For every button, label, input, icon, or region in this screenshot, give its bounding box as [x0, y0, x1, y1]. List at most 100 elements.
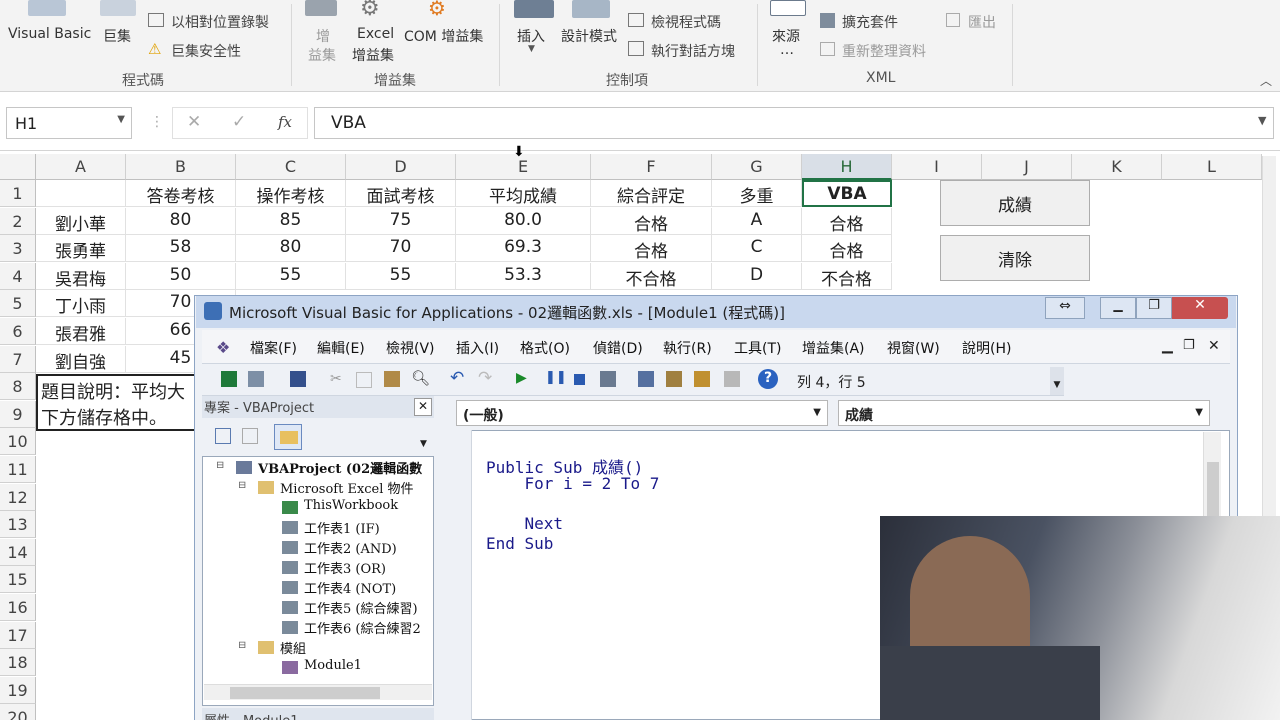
row-header-18[interactable]: 18 — [0, 649, 36, 677]
column-header-i[interactable]: I — [892, 154, 982, 180]
vba-menu-item[interactable]: 視窗(W) — [887, 338, 940, 358]
tree-horizontal-scrollbar[interactable] — [204, 684, 432, 700]
cell-c4[interactable]: 55 — [236, 262, 346, 290]
undo-icon[interactable]: ↶ — [450, 368, 464, 388]
view-object-tool-icon[interactable] — [242, 428, 258, 444]
cell-g3[interactable]: C — [712, 235, 802, 263]
column-header-d[interactable]: D — [346, 154, 456, 180]
copy-icon[interactable] — [356, 372, 372, 388]
procedure-combo[interactable]: 成績 ▼ — [838, 400, 1210, 426]
column-header-c[interactable]: C — [236, 154, 346, 180]
vba-menu-item[interactable]: 增益集(A) — [802, 338, 865, 358]
row-header-17[interactable]: 17 — [0, 621, 36, 649]
clear-button[interactable]: 清除 — [940, 235, 1090, 281]
view-code-tool-icon[interactable] — [215, 428, 231, 444]
project-explorer-icon[interactable] — [638, 371, 654, 387]
column-header-l[interactable]: L — [1162, 154, 1262, 180]
select-all-button[interactable] — [0, 154, 36, 180]
row-header-2[interactable]: 2 — [0, 207, 36, 235]
run-icon[interactable]: ▶ — [516, 370, 527, 386]
tree-item-sheet[interactable]: 工作表6 (綜合練習2 — [304, 618, 421, 637]
cell-d3[interactable]: 70 — [346, 235, 456, 263]
cell-d2[interactable]: 75 — [346, 207, 456, 235]
cell-f2[interactable]: 合格 — [591, 207, 712, 235]
help-icon[interactable]: ? — [758, 369, 778, 389]
cell-a1[interactable] — [36, 180, 126, 207]
toolbar-overflow-icon[interactable]: ▼ — [1050, 367, 1064, 395]
cell-h1[interactable]: VBA — [802, 180, 892, 207]
name-box[interactable]: H1 ▼ — [6, 107, 132, 139]
resize-arrows-icon[interactable]: ⇔ — [1045, 297, 1085, 319]
code-line[interactable]: Next — [486, 514, 564, 533]
tree-item-sheet[interactable]: 工作表2 (AND) — [304, 538, 397, 557]
tree-item-excel-objects[interactable]: Microsoft Excel 物件 — [280, 478, 414, 497]
cut-icon[interactable]: ✂ — [330, 371, 342, 387]
cancel-icon[interactable]: ✕ — [187, 112, 201, 132]
pause-icon[interactable]: ❚❚ — [545, 370, 567, 385]
minimize-button[interactable]: ▁ — [1100, 297, 1136, 319]
record-relative-button[interactable]: 以相對位置錄製 — [171, 12, 269, 32]
chevron-down-icon[interactable]: ▼ — [813, 407, 821, 418]
row-header-14[interactable]: 14 — [0, 538, 36, 566]
scroll-thumb[interactable] — [230, 687, 380, 699]
cell-g2[interactable]: A — [712, 207, 802, 235]
column-header-a[interactable]: A — [36, 154, 126, 180]
code-line[interactable]: For i = 2 To 7 — [486, 474, 660, 493]
export-button[interactable]: 匯出 — [968, 12, 996, 32]
vba-menu-item[interactable]: 偵錯(D) — [593, 338, 643, 358]
tree-item-sheet[interactable]: 工作表1 (IF) — [304, 518, 380, 537]
row-header-4[interactable]: 4 — [0, 262, 36, 290]
formula-input[interactable]: VBA — [314, 107, 1274, 139]
vba-menu-item[interactable]: 格式(O) — [520, 338, 570, 358]
cell-a4[interactable]: 吳君梅 — [36, 262, 126, 290]
column-header-g[interactable]: G — [712, 154, 802, 180]
tree-item-sheet[interactable]: 工作表3 (OR) — [304, 558, 386, 577]
code-line[interactable]: End Sub — [486, 534, 553, 553]
project-toolbar-overflow-icon[interactable]: ▼ — [420, 424, 432, 452]
excel-addins-button[interactable]: Excel — [357, 26, 394, 42]
child-close-button[interactable]: ✕ — [1208, 338, 1220, 354]
expand-packs-button[interactable]: 擴充套件 — [842, 12, 898, 32]
tree-expander-icon[interactable]: ⊟ — [238, 640, 246, 651]
cell-h2[interactable]: 合格 — [802, 207, 892, 235]
view-excel-icon[interactable] — [221, 371, 237, 387]
cell-a3[interactable]: 張勇華 — [36, 235, 126, 263]
design-mode-toolbar-icon[interactable] — [600, 371, 616, 387]
tree-expander-icon[interactable]: ⊟ — [216, 460, 224, 471]
row-header-12[interactable]: 12 — [0, 483, 36, 511]
find-icon[interactable]: 🔍︎ — [411, 369, 430, 387]
grade-button[interactable]: 成績 — [940, 180, 1090, 226]
column-header-h[interactable]: H — [802, 154, 892, 180]
project-explorer-close-button[interactable]: ✕ — [414, 398, 432, 416]
row-header-15[interactable]: 15 — [0, 566, 36, 594]
view-code-button[interactable]: 檢視程式碼 — [651, 12, 721, 32]
run-dialog-button[interactable]: 執行對話方塊 — [651, 41, 735, 61]
save-icon[interactable] — [290, 371, 306, 387]
redo-icon[interactable]: ↷ — [478, 368, 492, 388]
cell-b3[interactable]: 58 — [126, 235, 236, 263]
cell-a7[interactable]: 劉自強 — [36, 345, 126, 373]
row-header-19[interactable]: 19 — [0, 676, 36, 704]
cell-h4[interactable]: 不合格 — [802, 262, 892, 290]
cell-d4[interactable]: 55 — [346, 262, 456, 290]
column-header-f[interactable]: F — [591, 154, 712, 180]
tree-item-modules[interactable]: 模組 — [280, 638, 306, 657]
object-browser-icon[interactable] — [694, 371, 710, 387]
column-header-j[interactable]: J — [982, 154, 1072, 180]
row-header-20[interactable]: 20 — [0, 704, 36, 720]
row-header-8[interactable]: 8 — [0, 373, 36, 401]
row-header-13[interactable]: 13 — [0, 511, 36, 539]
row-header-10[interactable]: 10 — [0, 428, 36, 456]
cell-b2[interactable]: 80 — [126, 207, 236, 235]
cell-g4[interactable]: D — [712, 262, 802, 290]
cell-e2[interactable]: 80.0 — [456, 207, 591, 235]
tree-item-thisworkbook[interactable]: ThisWorkbook — [304, 498, 398, 513]
cell-e4[interactable]: 53.3 — [456, 262, 591, 290]
expand-formula-icon[interactable]: ▼ — [1258, 114, 1266, 127]
properties-icon[interactable] — [666, 371, 682, 387]
close-button[interactable]: ✕ — [1172, 297, 1228, 319]
toggle-folders-button[interactable] — [274, 424, 302, 450]
row-header-9[interactable]: 9 — [0, 400, 36, 428]
tree-item-vbaproject[interactable]: VBAProject (02邏輯函數 — [258, 458, 422, 477]
cell-b4[interactable]: 50 — [126, 262, 236, 290]
